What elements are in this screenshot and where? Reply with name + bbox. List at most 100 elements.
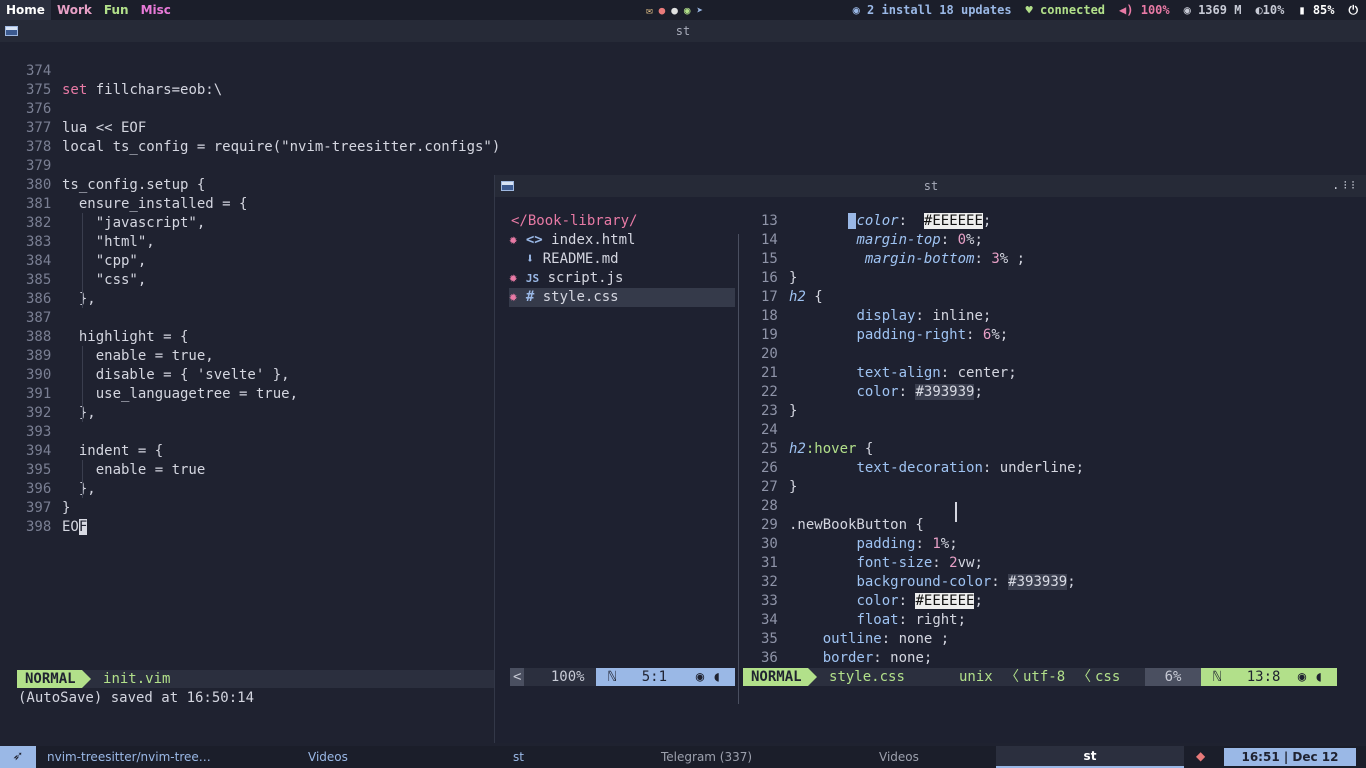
workspace-fun[interactable]: Fun bbox=[98, 0, 135, 20]
line-number: 380 bbox=[26, 177, 52, 193]
code-line[interactable]: "javascript", bbox=[62, 214, 206, 233]
code-line[interactable]: }, bbox=[62, 290, 96, 309]
file-tree-item[interactable]: ✹ <> index.html bbox=[509, 231, 735, 250]
tree-root[interactable]: </Book-library/ bbox=[511, 212, 637, 231]
code-line[interactable]: indent = { bbox=[62, 442, 163, 461]
code-line[interactable]: h2 { bbox=[789, 288, 823, 307]
firefox-icon[interactable]: ● bbox=[659, 4, 666, 17]
workspace-misc[interactable]: Misc bbox=[135, 0, 177, 20]
file-tree-item[interactable]: ✹ JS script.js bbox=[509, 269, 735, 288]
task-item[interactable]: st bbox=[513, 750, 524, 764]
code-line[interactable]: float: right; bbox=[789, 611, 966, 630]
code-line[interactable]: use_languagetree = true, bbox=[62, 385, 298, 404]
wifi-icon: ♥ bbox=[1025, 3, 1040, 17]
code-line[interactable]: margin-bottom: 3% ; bbox=[789, 250, 1025, 269]
code-line[interactable]: ensure_installed = { bbox=[62, 195, 248, 214]
position-box: ℕ 13:8 ◉ ◖ bbox=[1201, 668, 1337, 686]
code-line[interactable]: }, bbox=[62, 480, 96, 499]
code-line[interactable]: ts_config.setup { bbox=[62, 176, 205, 195]
window-controls[interactable]: .⁝⁝ bbox=[1332, 178, 1359, 192]
chrome-icon[interactable]: ◉ bbox=[684, 4, 691, 17]
volume-level[interactable]: 100% bbox=[1141, 3, 1170, 17]
task-item[interactable]: Videos bbox=[879, 750, 919, 764]
brightness-level[interactable]: 10% bbox=[1263, 3, 1285, 17]
code-line[interactable]: }, bbox=[62, 404, 96, 423]
line-number: 378 bbox=[26, 139, 52, 155]
code-line[interactable]: "css", bbox=[62, 271, 147, 290]
line-number: 379 bbox=[26, 158, 52, 174]
code-line[interactable]: background-color: #393939; bbox=[789, 573, 1076, 592]
line-number: 24 bbox=[761, 422, 778, 438]
line-number: 25 bbox=[761, 441, 778, 457]
code-line[interactable]: h2:hover { bbox=[789, 440, 873, 459]
line-number: 390 bbox=[26, 367, 52, 383]
code-line[interactable]: enable = true, bbox=[62, 347, 214, 366]
task-item[interactable]: Telegram (337) bbox=[661, 750, 752, 764]
code-line[interactable]: local ts_config = require("nvim-treesitt… bbox=[62, 138, 500, 157]
code-line[interactable]: set fillchars=eob:\ bbox=[62, 81, 222, 100]
left-window-titlebar[interactable]: st bbox=[0, 20, 1366, 42]
power-icon[interactable]: ⏻ bbox=[1349, 3, 1359, 18]
code-line[interactable]: disable = { 'svelte' }, bbox=[62, 366, 290, 385]
code-line[interactable]: } bbox=[789, 402, 797, 421]
line-number: 35 bbox=[761, 631, 778, 647]
system-status: ◉ 2 install 18 updates ♥ connected ◀) 10… bbox=[853, 0, 1358, 20]
line-number: 31 bbox=[761, 555, 778, 571]
code-line[interactable]: lua << EOF bbox=[62, 119, 146, 138]
code-line[interactable]: } bbox=[789, 269, 797, 288]
code-line[interactable]: } bbox=[62, 499, 70, 518]
task-item[interactable]: nvim-treesitter/nvim-tree… bbox=[47, 750, 211, 764]
code-line[interactable]: color: #EEEEEE; bbox=[789, 592, 983, 611]
network-status[interactable]: connected bbox=[1040, 3, 1105, 17]
code-line[interactable]: padding-right: 6%; bbox=[789, 326, 1008, 345]
code-line[interactable]: enable = true bbox=[62, 461, 206, 480]
volume-icon: ◀) bbox=[1119, 3, 1141, 17]
code-line[interactable]: color: #393939; bbox=[789, 383, 983, 402]
tree-arrow: < bbox=[510, 668, 525, 686]
mode-indicator: NORMAL bbox=[743, 668, 808, 686]
file-tree-item[interactable]: ⬇ README.md bbox=[509, 250, 735, 269]
code-line[interactable]: "html", bbox=[62, 233, 155, 252]
line-number: 393 bbox=[26, 424, 52, 440]
code-line[interactable]: outline: none ; bbox=[789, 630, 949, 649]
workspace-home[interactable]: Home bbox=[0, 0, 51, 20]
github-icon[interactable]: ● bbox=[671, 4, 678, 17]
right-window-titlebar[interactable]: st .⁝⁝ bbox=[495, 175, 1366, 197]
right-window[interactable]: st .⁝⁝ </Book-library/ ✹ <> index.html ⬇… bbox=[494, 175, 1366, 743]
mail-icon[interactable]: ✉ bbox=[646, 4, 653, 17]
telegram-icon[interactable]: ➤ bbox=[697, 4, 704, 17]
code-line[interactable]: } bbox=[789, 478, 797, 497]
file-tree-item[interactable]: ✹ # style.css bbox=[509, 288, 735, 307]
task-item-active[interactable]: st bbox=[996, 746, 1184, 768]
workspace-list: Home Work Fun Misc bbox=[0, 0, 177, 20]
code-line[interactable]: font-size: 2vw; bbox=[789, 554, 982, 573]
code-line[interactable]: display: inline; bbox=[789, 307, 991, 326]
line-number: 13 bbox=[761, 213, 778, 229]
code-line[interactable]: color: #EEEEEE; bbox=[789, 212, 991, 231]
workspace-work[interactable]: Work bbox=[51, 0, 98, 20]
code-line[interactable]: margin-top: 0%; bbox=[789, 231, 982, 250]
line-number: 27 bbox=[761, 479, 778, 495]
task-item[interactable]: Videos bbox=[308, 750, 348, 764]
file-icon: # bbox=[525, 289, 535, 305]
tray-app-icon[interactable]: ◆ bbox=[1196, 749, 1205, 763]
launcher-rocket-icon[interactable]: ➶ bbox=[0, 746, 36, 768]
code-line[interactable]: .newBookButton { bbox=[789, 516, 924, 535]
file-name: README.md bbox=[542, 251, 619, 267]
code-line[interactable]: padding: 1%; bbox=[789, 535, 957, 554]
code-line[interactable]: border: none; bbox=[789, 649, 933, 668]
line-number: 36 bbox=[761, 650, 778, 666]
code-line[interactable]: "cpp", bbox=[62, 252, 147, 271]
code-line[interactable]: highlight = { bbox=[62, 328, 189, 347]
updates-text[interactable]: 2 install 18 updates bbox=[867, 3, 1012, 17]
line-number: 397 bbox=[26, 500, 52, 516]
window-title: st bbox=[923, 179, 939, 193]
code-line[interactable]: text-decoration: underline; bbox=[789, 459, 1084, 478]
split-divider[interactable] bbox=[738, 234, 739, 704]
line-number: 386 bbox=[26, 291, 52, 307]
code-line[interactable]: text-align: center; bbox=[789, 364, 1016, 383]
file-name: style.css bbox=[829, 669, 905, 685]
line-number: 19 bbox=[761, 327, 778, 343]
code-line[interactable]: EOF bbox=[62, 518, 88, 537]
clock[interactable]: 16:51 | Dec 12 bbox=[1224, 748, 1356, 766]
